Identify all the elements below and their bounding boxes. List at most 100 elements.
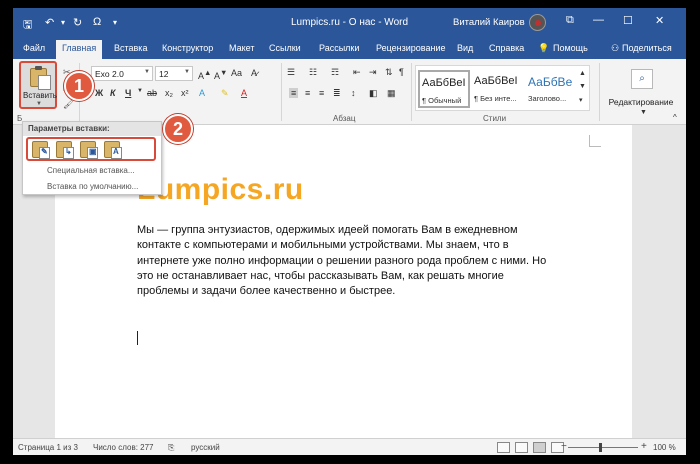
user-name[interactable]: Виталий Каиров xyxy=(453,17,525,28)
word-count[interactable]: Число слов: 277 xyxy=(93,443,153,452)
style-no-spacing[interactable]: АаБбВеI ¶ Без инте... xyxy=(472,70,524,108)
strikethrough-icon[interactable]: ab xyxy=(147,88,157,98)
tab-layout[interactable]: Макет xyxy=(229,43,254,53)
tab-home[interactable]: Главная xyxy=(56,40,103,59)
highlight-icon[interactable]: ✎ xyxy=(221,88,229,99)
scroll-up-icon[interactable]: ▲ xyxy=(579,70,586,77)
page-count[interactable]: Страница 1 из 3 xyxy=(18,443,78,452)
tab-view[interactable]: Вид xyxy=(457,43,473,53)
focus-mode-icon[interactable] xyxy=(497,442,510,453)
font-name-combo[interactable]: Exo 2.0 ▼ xyxy=(91,66,153,81)
line-spacing-icon[interactable]: ↕ xyxy=(351,88,356,98)
tab-file[interactable]: Файл xyxy=(23,43,45,53)
subscript-icon[interactable]: x₂ xyxy=(165,88,173,98)
keep-source-formatting-icon[interactable]: ✎ xyxy=(32,141,50,159)
divider xyxy=(411,63,412,121)
borders-icon[interactable]: ▦ xyxy=(387,88,396,99)
zoom-slider-thumb[interactable] xyxy=(599,443,602,452)
picture-paste-icon[interactable]: ▣ xyxy=(80,141,98,159)
keep-text-only-icon[interactable]: A xyxy=(104,141,122,159)
close-icon[interactable]: ✕ xyxy=(655,14,664,27)
increase-indent-icon[interactable]: ⇥ xyxy=(369,67,377,78)
document-heading: Lumpics.ru xyxy=(137,173,304,206)
tab-design[interactable]: Конструктор xyxy=(162,43,213,53)
chevron-down-icon: ▼ xyxy=(36,101,42,107)
zoom-slider[interactable] xyxy=(568,447,638,448)
editing-button[interactable]: ⌕ Редактирование xyxy=(607,63,675,109)
align-right-icon[interactable]: ≡ xyxy=(319,88,324,98)
collapse-ribbon-icon[interactable]: ^ xyxy=(673,113,677,122)
text-cursor xyxy=(137,331,138,345)
print-layout-icon[interactable] xyxy=(533,442,546,453)
proofing-icon[interactable]: ⎘ xyxy=(168,443,174,453)
scroll-down-icon[interactable]: ▼ xyxy=(579,83,586,90)
shrink-font-icon[interactable]: A▼ xyxy=(214,68,227,81)
text-effects-icon[interactable]: A xyxy=(199,88,205,98)
paste-special-item[interactable]: Специальная вставка... xyxy=(47,166,135,175)
format-painter-icon[interactable]: 🖌 xyxy=(63,99,74,110)
align-center-icon[interactable]: ≡ xyxy=(305,88,310,98)
set-default-paste-item[interactable]: Вставка по умолчанию... xyxy=(47,182,138,191)
minimize-icon[interactable]: — xyxy=(593,14,604,26)
tab-references[interactable]: Ссылки xyxy=(269,43,301,53)
font-color-icon[interactable]: A xyxy=(241,88,247,98)
underline-button[interactable]: Ч xyxy=(125,88,131,98)
justify-icon[interactable]: ≣ xyxy=(333,88,341,99)
decrease-indent-icon[interactable]: ⇤ xyxy=(353,67,361,78)
bullets-icon[interactable]: ☰ xyxy=(287,67,295,78)
style-heading[interactable]: АаБбВе Заголово... xyxy=(526,70,578,108)
paste-options-menu: Параметры вставки: ✎ ↳ ▣ A Специальная в… xyxy=(22,121,162,195)
paste-button[interactable]: Вставить ▼ xyxy=(19,61,57,109)
ribbon-display-icon[interactable]: ⧉ xyxy=(566,14,574,27)
shading-icon[interactable]: ◧ xyxy=(369,88,378,99)
search-icon: ⌕ xyxy=(631,69,653,89)
clear-format-icon[interactable]: A̷ xyxy=(251,68,257,78)
tab-mailings[interactable]: Рассылки xyxy=(319,43,359,53)
change-case-icon[interactable]: Aa xyxy=(231,68,242,78)
paste-options-icons: ✎ ↳ ▣ A xyxy=(26,137,156,161)
share-icon[interactable]: ⚇ xyxy=(611,43,619,54)
chevron-down-icon[interactable]: ▼ xyxy=(640,109,647,116)
style-name: ¶ Без инте... xyxy=(474,94,517,103)
divider xyxy=(599,63,600,121)
clipboard-icon xyxy=(30,66,51,90)
zoom-level[interactable]: 100 % xyxy=(653,443,676,452)
styles-gallery: АаБбВеI ¶ Обычный АаБбВеI ¶ Без инте... … xyxy=(415,65,590,111)
style-normal[interactable]: АаБбВеI ¶ Обычный xyxy=(418,70,470,108)
style-sample: АаБбВе xyxy=(528,75,573,89)
bold-button[interactable]: Ж xyxy=(95,88,103,98)
maximize-icon[interactable]: ☐ xyxy=(623,14,633,27)
language-indicator[interactable]: русский xyxy=(191,443,220,452)
share-button[interactable]: Поделиться xyxy=(622,43,672,53)
align-left-icon[interactable]: ≡ xyxy=(289,88,299,98)
sort-icon[interactable]: ⇅ xyxy=(385,67,393,78)
more-styles-icon[interactable]: ▾ xyxy=(579,96,583,104)
style-name: Заголово... xyxy=(528,94,567,103)
zoom-out-button[interactable]: − xyxy=(561,441,567,452)
avatar[interactable] xyxy=(529,14,546,31)
zoom-in-button[interactable]: + xyxy=(641,441,647,452)
divider xyxy=(281,63,282,121)
multilevel-list-icon[interactable]: ☶ xyxy=(331,67,339,78)
grow-font-icon[interactable]: A▲ xyxy=(198,68,211,81)
tab-review[interactable]: Рецензирование xyxy=(376,43,446,53)
tell-me-button[interactable]: Помощь xyxy=(553,43,588,53)
chevron-down-icon: ▼ xyxy=(184,69,190,75)
lightbulb-icon[interactable]: 💡 xyxy=(538,43,549,54)
tab-insert[interactable]: Вставка xyxy=(114,43,147,53)
status-bar: Страница 1 из 3 Число слов: 277 ⎘ русски… xyxy=(13,438,686,455)
font-size-value: 12 xyxy=(159,69,169,79)
font-size-combo[interactable]: 12 ▼ xyxy=(155,66,193,81)
document-paragraph: Мы — группа энтузиастов, одержимых идеей… xyxy=(137,224,547,298)
callout-2: 2 xyxy=(163,114,193,144)
numbering-icon[interactable]: ☷ xyxy=(309,67,317,78)
ribbon-tabs: Файл Главная Вставка Конструктор Макет С… xyxy=(13,37,686,59)
chevron-down-icon[interactable]: ▼ xyxy=(137,88,143,94)
superscript-icon[interactable]: x² xyxy=(181,88,189,98)
pilcrow-icon[interactable]: ¶ xyxy=(399,67,404,77)
merge-formatting-icon[interactable]: ↳ xyxy=(56,141,74,159)
tab-help[interactable]: Справка xyxy=(489,43,524,53)
read-mode-icon[interactable] xyxy=(515,442,528,453)
callout-1: 1 xyxy=(64,71,94,101)
italic-button[interactable]: К xyxy=(110,88,116,98)
